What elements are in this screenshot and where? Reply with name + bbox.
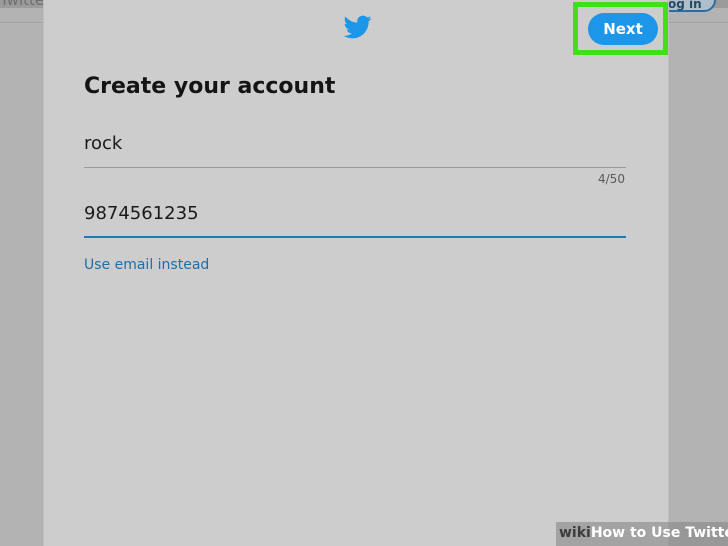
name-input-value[interactable]: rock — [84, 133, 626, 154]
next-button[interactable]: Next — [588, 13, 658, 45]
page-title: Create your account — [84, 74, 336, 99]
phone-input-value[interactable]: 9874561235 — [84, 203, 626, 224]
name-field[interactable]: rock — [84, 133, 626, 154]
phone-field[interactable]: 9874561235 — [84, 203, 626, 224]
name-field-underline — [84, 167, 626, 168]
name-character-counter: 4/50 — [598, 172, 625, 186]
watermark: wikiHow to Use Twitter — [559, 525, 728, 541]
watermark-title: How to Use Twitter — [590, 525, 728, 541]
use-email-instead-link[interactable]: Use email instead — [84, 257, 209, 273]
watermark-wiki: wiki — [559, 525, 591, 541]
phone-field-underline — [84, 236, 626, 238]
twitter-bird-icon — [343, 15, 372, 39]
